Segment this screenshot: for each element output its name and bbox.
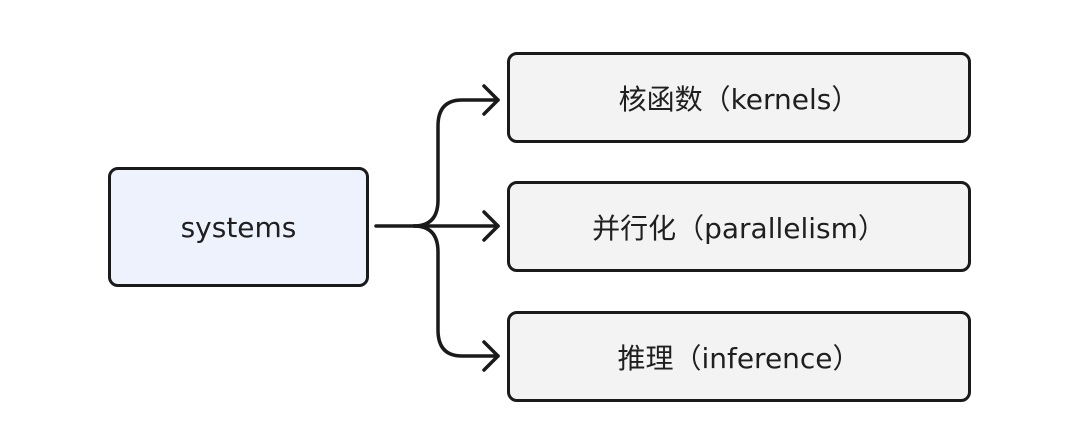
- root-node-label: systems: [180, 210, 297, 244]
- child-node-parallelism-label: 并行化（parallelism）: [592, 211, 886, 245]
- root-node-systems: systems: [108, 167, 369, 287]
- child-node-kernels: 核函数（kernels）: [507, 52, 971, 143]
- child-node-kernels-label: 核函数（kernels）: [618, 82, 860, 116]
- child-node-inference: 推理（inference）: [507, 311, 971, 402]
- child-node-inference-label: 推理（inference）: [617, 341, 861, 375]
- child-node-parallelism: 并行化（parallelism）: [507, 181, 971, 272]
- mind-map-diagram: systems 核函数（kernels） 并行化（parallelism） 推理…: [0, 0, 1090, 442]
- connector-branch-kernels: [412, 98, 500, 228]
- connector-branch-inference: [412, 224, 500, 358]
